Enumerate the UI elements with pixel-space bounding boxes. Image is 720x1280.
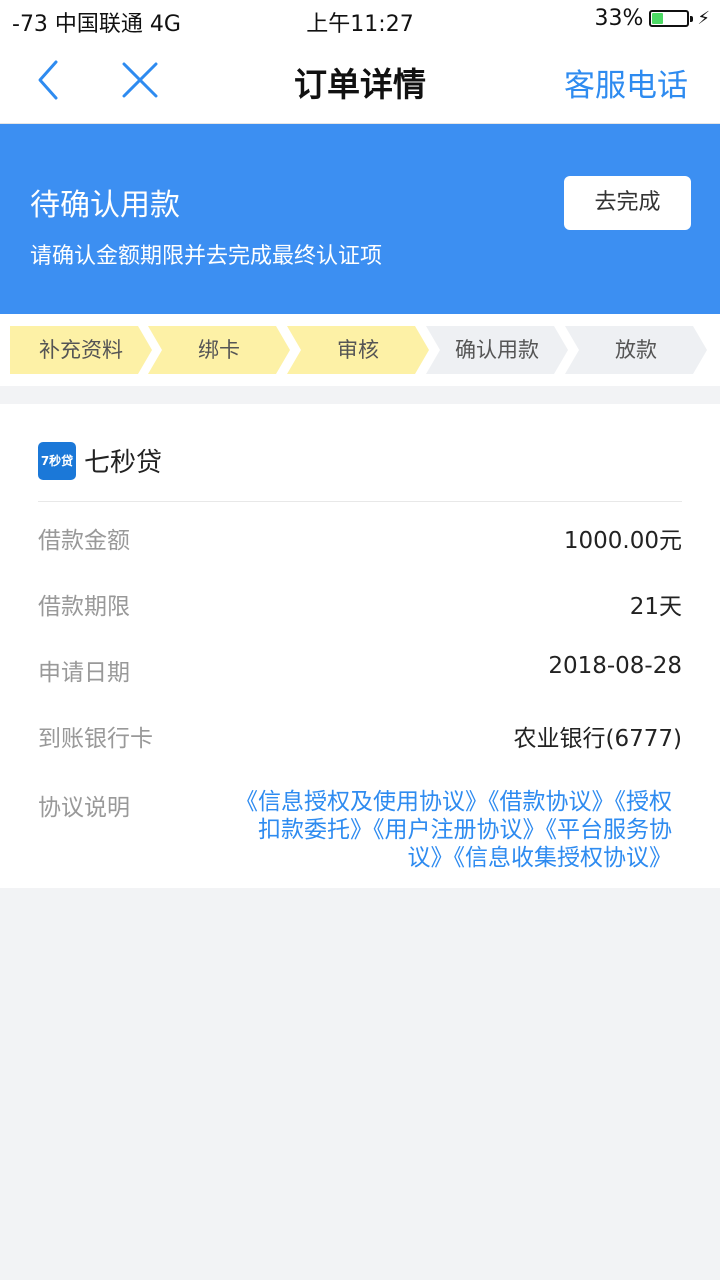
bolt-icon: ⚡ xyxy=(697,8,710,29)
battery-status: 33% ⚡ xyxy=(594,6,710,31)
go-complete-button[interactable]: 去完成 xyxy=(564,176,691,230)
agreement-link-loan[interactable]: 《借款协议》 xyxy=(488,789,615,815)
close-button[interactable] xyxy=(118,58,162,102)
battery-percent: 33% xyxy=(594,6,644,31)
battery-level-fill xyxy=(652,13,664,24)
agreement-links: 《信息授权及使用协议》《借款协议》《授权扣款委托》《用户注册协议》《平台服务协议… xyxy=(232,788,672,872)
lender-logo: 7秒贷 xyxy=(38,442,76,480)
step-supplement-info: 补充资料 xyxy=(10,326,152,374)
nav-bar: 订单详情 客服电话 xyxy=(0,40,720,124)
lender-name: 七秒贷 xyxy=(84,448,163,478)
agreement-link-info-collection[interactable]: 《信息收集授权协议》 xyxy=(454,845,673,871)
divider xyxy=(38,501,682,502)
loan-term-value: 21天 xyxy=(629,594,682,620)
order-detail-card: 7秒贷 七秒贷 借款金额 1000.00元 借款期限 21天 申请日期 2018… xyxy=(0,404,720,888)
loan-amount-label: 借款金额 xyxy=(38,528,130,554)
apply-date-label: 申请日期 xyxy=(38,660,130,686)
order-status-banner: 待确认用款 请确认金额期限并去完成最终认证项 去完成 xyxy=(0,124,720,314)
step-bind-card: 绑卡 xyxy=(148,326,290,374)
step-review: 审核 xyxy=(287,326,429,374)
step-disbursement: 放款 xyxy=(565,326,707,374)
battery-icon xyxy=(649,10,694,27)
loan-term-label: 借款期限 xyxy=(38,594,130,620)
loan-amount-value: 1000.00元 xyxy=(563,528,682,554)
agreements-label: 协议说明 xyxy=(38,795,130,821)
back-button[interactable] xyxy=(32,58,72,102)
step-confirm-use: 确认用款 xyxy=(426,326,568,374)
apply-date-value: 2018-08-28 xyxy=(548,653,682,679)
chevron-left-icon xyxy=(38,60,58,100)
close-icon xyxy=(122,62,158,98)
agreement-link-user-registration[interactable]: 《用户注册协议》 xyxy=(373,817,546,843)
progress-steps: 补充资料 绑卡 审核 确认用款 放款 xyxy=(0,314,720,386)
bank-card-label: 到账银行卡 xyxy=(38,726,153,752)
status-bar: -73 中国联通 4G 上午11:27 33% ⚡ xyxy=(0,0,720,40)
bank-card-value: 农业银行(6777) xyxy=(513,726,682,752)
customer-service-phone-button[interactable]: 客服电话 xyxy=(564,60,688,105)
agreement-link-info-authorization[interactable]: 《信息授权及使用协议》 xyxy=(235,789,488,815)
banner-subtitle: 请确认金额期限并去完成最终认证项 xyxy=(30,244,383,269)
banner-title: 待确认用款 xyxy=(30,188,180,223)
